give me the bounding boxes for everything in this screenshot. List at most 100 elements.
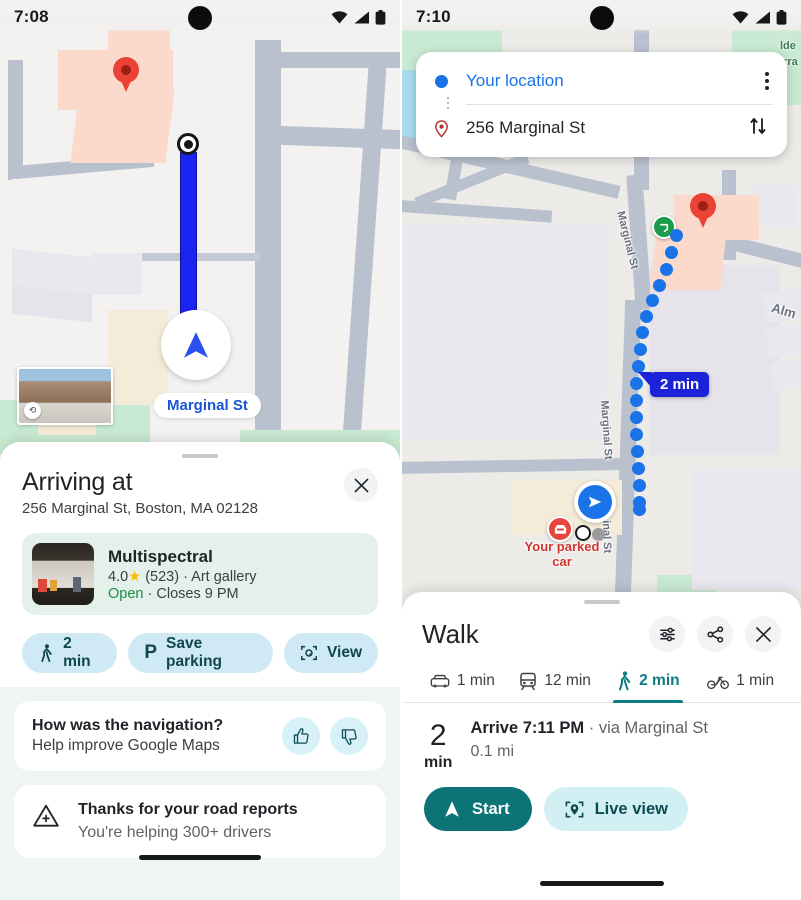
walk-sheet-header: Walk <box>402 604 801 658</box>
cell-signal-icon <box>354 11 369 23</box>
navigation-chevron-icon <box>588 496 602 508</box>
origin-row[interactable]: Your location <box>430 58 773 104</box>
parked-car-label-line1: Your parked <box>524 539 600 554</box>
place-open-status: Open <box>108 585 144 602</box>
route-dot <box>633 479 646 492</box>
current-position-inner <box>578 485 612 519</box>
route-dot <box>665 246 678 259</box>
tab-walking[interactable]: 2 min <box>602 658 695 703</box>
page-title: Walk <box>422 618 479 649</box>
sand-lot <box>108 310 168 405</box>
route-dot <box>636 326 649 339</box>
place-closing-time: Closes 9 PM <box>156 585 239 602</box>
building-block-mid <box>92 253 142 295</box>
kebab-menu-icon[interactable] <box>761 66 773 96</box>
reports-subtitle: You're helping 300+ drivers <box>78 824 272 841</box>
route-dot <box>660 263 673 276</box>
left-status-bar: 7:08 <box>0 0 400 34</box>
navigation-feedback-card[interactable]: How was the navigation? Help improve Goo… <box>14 701 386 771</box>
travel-mode-tabs: 1 min 12 min 2 min 1 min <box>402 658 801 703</box>
route-dot <box>653 279 666 292</box>
road-reports-card[interactable]: Thanks for your road reports You're help… <box>14 785 386 858</box>
destination-pin[interactable] <box>690 193 716 229</box>
place-card[interactable]: Multispectral 4.0★ (523) · Art gallery O… <box>22 533 378 615</box>
road-vertical-main <box>255 40 281 460</box>
chip-view[interactable]: View <box>283 633 378 673</box>
walking-person-icon <box>619 671 631 691</box>
destination-pin[interactable] <box>113 57 139 93</box>
wifi-icon <box>331 10 348 23</box>
route-dot <box>646 294 659 307</box>
place-rating-row: 4.0★ (523) · Art gallery <box>108 569 256 585</box>
route-start-endcap <box>177 133 199 155</box>
route-dot <box>634 343 647 356</box>
route-arrival-line: Arrive 7:11 PM · via Marginal St <box>470 719 708 738</box>
tab-transit[interactable]: 12 min <box>509 658 602 702</box>
thumb-up-button[interactable] <box>282 717 320 755</box>
destination-building-area-2 <box>70 88 175 163</box>
right-phone-screen: Marginal St Marginal St inal St Alm lde … <box>400 0 801 900</box>
street-view-thumbnail[interactable]: ⟲ <box>17 367 113 425</box>
live-view-button-label: Live view <box>594 799 668 818</box>
street-name-label: Marginal St <box>154 393 261 418</box>
walk-directions-sheet[interactable]: Walk 1 min 12 min 2 min 1 min 2 min Arri… <box>402 592 801 900</box>
directions-search-card[interactable]: Your location 256 Marginal St <box>416 52 787 157</box>
tab-walking-label: 2 min <box>639 672 680 689</box>
walking-person-icon <box>41 643 52 662</box>
route-dot <box>631 445 644 458</box>
thumb-artwork-2 <box>50 580 57 591</box>
action-chips-row: 2 min P Save parking View <box>22 633 378 673</box>
current-position-marker[interactable] <box>574 481 616 523</box>
front-camera-dot <box>188 6 212 30</box>
report-alert-icon <box>33 804 59 827</box>
arrival-bottom-sheet[interactable]: Arriving at 256 Marginal St, Boston, MA … <box>0 442 400 900</box>
arrival-sheet-top: Arriving at 256 Marginal St, Boston, MA … <box>0 442 400 687</box>
close-button[interactable] <box>344 468 378 502</box>
route-details: Arrive 7:11 PM · via Marginal St 0.1 mi <box>470 719 708 771</box>
origin-text[interactable]: Your location <box>466 71 747 91</box>
arrival-text-block: Arriving at 256 Marginal St, Boston, MA … <box>22 468 258 517</box>
live-view-camera-icon <box>300 645 317 661</box>
bicycle-icon <box>707 676 730 689</box>
front-camera-dot <box>589 6 614 30</box>
parked-car-label-line2: car <box>552 553 572 569</box>
page-title: Arriving at <box>22 468 133 496</box>
star-icon: ★ <box>128 568 142 585</box>
share-icon <box>706 625 723 643</box>
live-view-button[interactable]: Live view <box>543 787 688 831</box>
navigation-arrow-puck[interactable] <box>161 310 231 380</box>
tab-cycling[interactable]: 1 min <box>694 658 787 702</box>
route-arrive-time: Arrive 7:11 PM <box>470 719 585 737</box>
status-icons <box>732 9 787 25</box>
swap-vertical-icon[interactable] <box>743 111 773 146</box>
thumb-artwork-3 <box>73 577 81 592</box>
thumb-down-button[interactable] <box>330 717 368 755</box>
pegman-icon: ⟲ <box>24 402 41 419</box>
navigation-arrow-icon <box>183 332 209 358</box>
feedback-text: How was the navigation? Help improve Goo… <box>32 717 223 755</box>
pin-hole <box>121 65 131 75</box>
destination-text[interactable]: 256 Marginal St <box>466 118 729 138</box>
tab-driving[interactable]: 1 min <box>416 658 509 702</box>
reports-text: Thanks for your road reports You're help… <box>78 801 298 842</box>
sheet-grabber[interactable] <box>182 454 218 458</box>
chip-save-parking[interactable]: P Save parking <box>128 633 273 673</box>
feedback-subtitle: Help improve Google Maps <box>32 737 220 754</box>
hours-separator: · <box>147 585 153 602</box>
destination-row[interactable]: 256 Marginal St <box>430 105 773 151</box>
pin-hole <box>698 201 708 211</box>
close-x-icon <box>755 626 771 642</box>
start-button[interactable]: Start <box>424 787 532 831</box>
chip-view-label: View <box>326 644 362 661</box>
chip-walk-time[interactable]: 2 min <box>22 633 118 673</box>
wifi-icon <box>732 10 749 23</box>
route-summary-row[interactable]: 2 min Arrive 7:11 PM · via Marginal St 0… <box>402 703 801 771</box>
status-icons <box>331 9 386 25</box>
screenshot-root: Marginal St ⟲ 7:08 Arriving at 256 Margi… <box>0 0 801 900</box>
place-hours-row: Open · Closes 9 PM <box>108 586 256 602</box>
tab-cycling-label: 1 min <box>736 672 775 689</box>
route-dot <box>630 428 643 441</box>
share-button[interactable] <box>697 616 733 652</box>
close-button[interactable] <box>745 616 781 652</box>
route-options-button[interactable] <box>649 616 685 652</box>
